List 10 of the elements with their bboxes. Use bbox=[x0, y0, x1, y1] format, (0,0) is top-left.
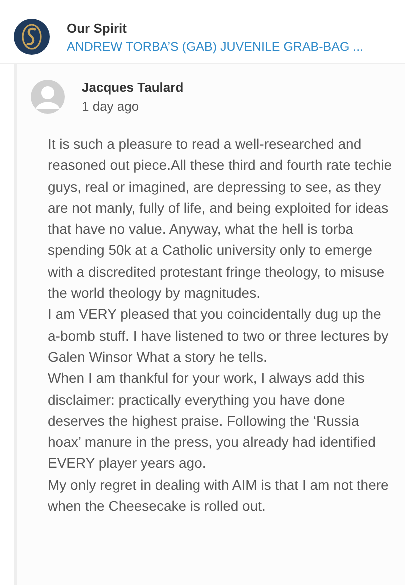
comment-time: 1 day ago bbox=[82, 99, 140, 114]
logo-icon bbox=[14, 19, 50, 55]
site-name: Our Spirit bbox=[67, 20, 128, 36]
comment-paragraph: I am VERY pleased that you coincidentally dug up the a-bomb stuff. I have listened to two or three lectures by Galen Winsor What a story he tells. bbox=[48, 305, 390, 367]
comment-paragraph: It is such a pleasure to read a well-researched and reasoned out piece.All these third and fourth rate techie guys, real or imagined, are depressing to see, as they are not manly, fully of life, and being exploited for ideas that have no value. Anyway, what the hell is torba spending 50k at a Catholic university only to emerge with a discredited protestant fringe theology, to misuse the world theology by magnitudes. bbox=[48, 135, 393, 304]
comment-paragraph: My only regret in dealing with AIM is that I am not there when the Cheesecake is rolled out. bbox=[48, 476, 390, 516]
comment-paragraph: When I am thankful for your work, I always add this disclaimer: practically everything you have done deserves the highest praise. Following the ‘Russia hoax’ manure in the press, you already had identified EVERY player years ago. bbox=[48, 369, 377, 474]
avatar-icon bbox=[31, 80, 65, 114]
article-link[interactable]: ANDREW TORBA’S (GAB) JUVENILE GRAB-BAG ... bbox=[67, 40, 364, 54]
author-name: Jacques Taulard bbox=[82, 80, 184, 95]
